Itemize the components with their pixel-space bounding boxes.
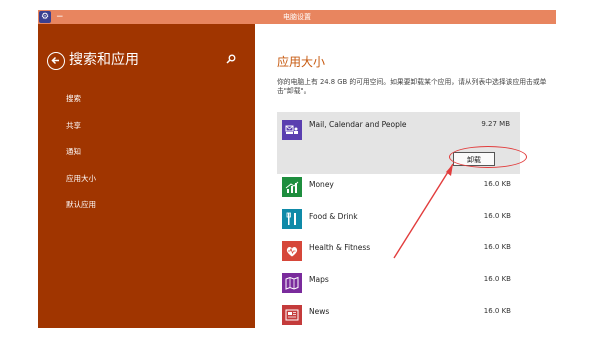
title-bar: ⚙ − 电脑设置 [38, 10, 556, 24]
app-size: 16.0 KB [483, 212, 511, 220]
free-space-description: 你的电脑上有 24.8 GB 的可用空间。如果要卸载某个应用，请从列表中选择该应… [277, 78, 547, 95]
news-icon [282, 305, 302, 325]
app-name: Mail, Calendar and People [309, 120, 407, 129]
chart-icon [282, 177, 302, 197]
app-size: 9.27 MB [481, 120, 510, 128]
sidebar-item-share[interactable]: 共享 [66, 121, 96, 148]
sidebar-item-notifications[interactable]: 通知 [66, 147, 96, 174]
app-name[interactable]: Food & Drink [309, 212, 358, 221]
app-size: 16.0 KB [483, 243, 511, 251]
app-size: 16.0 KB [483, 307, 511, 315]
sidebar-nav: 搜索 共享 通知 应用大小 默认应用 [66, 94, 96, 227]
app-size: 16.0 KB [483, 180, 511, 188]
sidebar-item-app-sizes[interactable]: 应用大小 [66, 174, 96, 201]
app-size: 16.0 KB [483, 275, 511, 283]
app-name[interactable]: Health & Fitness [309, 243, 370, 252]
annotation-circle [449, 146, 527, 168]
main-panel: 应用大小 你的电脑上有 24.8 GB 的可用空间。如果要卸载某个应用，请从列表… [255, 24, 556, 328]
sidebar-item-search[interactable]: 搜索 [66, 94, 96, 121]
back-arrow-icon[interactable] [47, 52, 65, 70]
page-title: 应用大小 [277, 55, 326, 69]
fork-knife-icon [282, 209, 302, 229]
mail-people-icon [282, 120, 302, 140]
app-name[interactable]: Maps [309, 275, 329, 284]
sidebar-item-default-apps[interactable]: 默认应用 [66, 200, 96, 227]
app-name[interactable]: Money [309, 180, 334, 189]
sidebar: 搜索和应用 搜索 共享 通知 应用大小 默认应用 [38, 24, 255, 328]
map-icon [282, 273, 302, 293]
app-name[interactable]: News [309, 307, 329, 316]
sidebar-title: 搜索和应用 [69, 52, 139, 68]
heart-icon [282, 241, 302, 261]
window-title: 电脑设置 [283, 13, 311, 21]
search-icon[interactable] [226, 54, 236, 64]
